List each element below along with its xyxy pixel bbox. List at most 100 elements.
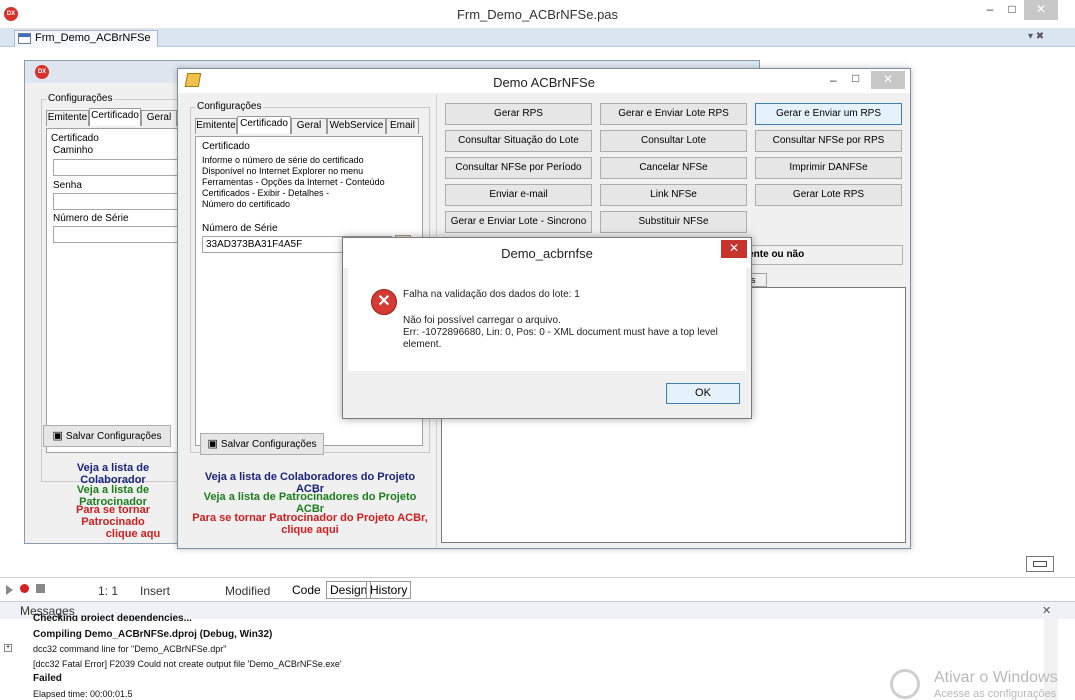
- consultar-nfse-rps-button[interactable]: Consultar NFSe por RPS: [755, 130, 902, 152]
- gerar-enviar-lote-rps-button[interactable]: Gerar e Enviar Lote RPS: [600, 103, 747, 125]
- message-line[interactable]: dcc32 command line for "Demo_ACBrNFSe.dp…: [33, 644, 226, 654]
- link-tornar-patrocinador[interactable]: Para se tornar Patrocinador do Projeto A…: [190, 512, 430, 536]
- tab-certificado[interactable]: Certificado: [237, 116, 291, 134]
- demo-maximize-button[interactable]: □: [852, 71, 859, 85]
- editor-tab-frm-demo[interactable]: Frm_Demo_ACBrNFSe: [14, 30, 158, 47]
- tab-bar-menu-icon[interactable]: ▾ ✖: [1028, 31, 1044, 42]
- dialog-body: ✕ Falha na validação dos dados do lote: …: [348, 268, 746, 371]
- demo-close-button[interactable]: ✕: [871, 71, 905, 89]
- back-tab-emitente[interactable]: Emitente: [46, 110, 89, 126]
- back-tab-panel: Certificado Caminho Senha Número de Séri…: [46, 128, 183, 453]
- back-link-tornar-line1: Para se tornar Patrocinado: [76, 504, 150, 528]
- dialog-caption: Demo_acbrnfse ✕: [343, 238, 751, 268]
- editor-tab-label: Frm_Demo_ACBrNFSe: [35, 32, 151, 44]
- tab-code[interactable]: Code: [288, 581, 325, 599]
- back-numero-input[interactable]: [53, 226, 183, 243]
- window-icon: [1033, 561, 1047, 567]
- cert-info-line: Informe o número de série do certificado: [202, 155, 364, 165]
- save-config-button[interactable]: ▣ Salvar Configurações: [200, 433, 324, 455]
- cert-info-text: Informe o número de série do certificado…: [202, 155, 385, 210]
- ambiente-checkbox-label[interactable]: nente ou não: [737, 245, 903, 265]
- error-dialog: Demo_acbrnfse ✕ ✕ Falha na validação dos…: [342, 237, 752, 419]
- activation-watermark-sub: Acesse as configurações: [934, 688, 1057, 700]
- dialog-title: Demo_acbrnfse: [501, 246, 593, 261]
- key-icon: [890, 669, 920, 699]
- demo-minimize-button[interactable]: –: [830, 73, 837, 87]
- gerar-lote-rps-button[interactable]: Gerar Lote RPS: [755, 184, 902, 206]
- cert-info-line: Certificados - Exibir - Detalhes -: [202, 188, 330, 198]
- message-line[interactable]: Compiling Demo_ACBrNFSe.dproj (Debug, Wi…: [33, 629, 272, 640]
- tab-email[interactable]: Email: [386, 118, 419, 134]
- back-tab-geral[interactable]: Geral: [141, 110, 177, 126]
- insert-mode: Insert: [140, 584, 171, 598]
- ide-title-bar: DX Frm_Demo_ACBrNFSe.pas – □ ✕: [0, 0, 1075, 29]
- save-config-label: Salvar Configurações: [220, 439, 317, 450]
- close-button[interactable]: ✕: [1024, 0, 1058, 20]
- message-line[interactable]: Elapsed time: 00:00:01.5: [33, 689, 133, 699]
- form-icon: [18, 33, 31, 44]
- enviar-lote-sincrono-button[interactable]: Gerar e Enviar Lote - Sincrono: [445, 211, 592, 233]
- minimize-button[interactable]: –: [980, 0, 1000, 20]
- link-tornar-line2: clique aqui: [281, 524, 339, 536]
- link-tornar-line1: Para se tornar Patrocinador do Projeto A…: [192, 512, 428, 524]
- tab-emitente[interactable]: Emitente: [195, 118, 237, 134]
- back-form-logo-icon: DX: [35, 65, 49, 79]
- save-icon: ▣: [52, 430, 66, 442]
- consultar-lote-button[interactable]: Consultar Lote: [600, 130, 747, 152]
- back-link-tornar[interactable]: Para se tornar Patrocinado clique aqu: [43, 504, 183, 540]
- demo-caption: Demo ACBrNFSe – □ ✕: [178, 69, 910, 93]
- back-save-button[interactable]: ▣ Salvar Configurações: [43, 425, 171, 447]
- gerar-rps-button[interactable]: Gerar RPS: [445, 103, 592, 125]
- back-label-numero: Número de Série: [53, 213, 129, 224]
- save-icon: ▣: [207, 438, 221, 450]
- error-icon: ✕: [371, 289, 397, 315]
- record-macro-icon[interactable]: [20, 584, 29, 593]
- modified-indicator: Modified: [225, 584, 271, 598]
- back-link-colaboradores[interactable]: Veja a lista de Colaborador: [43, 462, 183, 486]
- message-line[interactable]: [dcc32 Fatal Error] F2039 Could not crea…: [33, 659, 342, 669]
- ide-window-title: Frm_Demo_ACBrNFSe.pas: [456, 7, 619, 22]
- dialog-message-line4: element.: [403, 339, 442, 350]
- enviar-email-button[interactable]: Enviar e-mail: [445, 184, 592, 206]
- messages-panel: Checking project dependencies... Compili…: [0, 613, 1075, 700]
- back-link-tornar-line2: clique aqu: [105, 528, 161, 540]
- message-line[interactable]: Failed: [33, 673, 62, 684]
- dialog-message-line1: Falha na validação dos dados do lote: 1: [403, 289, 580, 300]
- back-config-title: Configurações: [46, 93, 115, 104]
- tab-geral[interactable]: Geral: [291, 118, 327, 134]
- maximize-button[interactable]: □: [1002, 0, 1022, 20]
- cancelar-nfse-button[interactable]: Cancelar NFSe: [600, 157, 747, 179]
- demo-config-title: Configurações: [195, 101, 264, 112]
- play-macro-icon[interactable]: [6, 585, 13, 595]
- editor-status-bar: 1: 1 Insert Modified Code Design History: [0, 577, 1075, 601]
- ok-button[interactable]: OK: [666, 383, 740, 404]
- expand-icon[interactable]: +: [4, 644, 12, 652]
- dialog-message-line2: Não foi possível carregar o arquivo.: [403, 315, 561, 326]
- serial-label: Número de Série: [202, 223, 278, 234]
- back-tab-certificado[interactable]: Certificado: [89, 108, 141, 126]
- back-caminho-input[interactable]: [53, 159, 183, 176]
- editor-tab-bar: Frm_Demo_ACBrNFSe ▾ ✖: [0, 29, 1075, 47]
- back-save-label: Salvar Configurações: [65, 431, 162, 442]
- designer-guide-toggle[interactable]: [1026, 556, 1054, 572]
- activation-watermark: Ativar o Windows: [934, 669, 1058, 686]
- dialog-close-button[interactable]: ✕: [721, 240, 747, 258]
- tab-design[interactable]: Design: [326, 581, 372, 599]
- stop-macro-icon[interactable]: [36, 584, 45, 593]
- consultar-nfse-periodo-button[interactable]: Consultar NFSe por Período: [445, 157, 592, 179]
- gerar-enviar-um-rps-button[interactable]: Gerar e Enviar um RPS: [755, 103, 902, 125]
- back-label-caminho: Caminho: [53, 145, 94, 156]
- cert-group-title: Certificado: [202, 141, 250, 152]
- tab-history[interactable]: History: [366, 581, 412, 599]
- cursor-position: 1: 1: [98, 584, 119, 598]
- imprimir-danfse-button[interactable]: Imprimir DANFSe: [755, 157, 902, 179]
- link-nfse-button[interactable]: Link NFSe: [600, 184, 747, 206]
- cert-info-line: Número do certificado: [202, 199, 291, 209]
- message-line[interactable]: Checking project dependencies...: [33, 613, 192, 621]
- back-senha-input[interactable]: [53, 193, 183, 210]
- tab-webservice[interactable]: WebService: [327, 118, 386, 134]
- substituir-nfse-button[interactable]: Substituir NFSe: [600, 211, 747, 233]
- consultar-situacao-lote-button[interactable]: Consultar Situação do Lote: [445, 130, 592, 152]
- messages-close-icon[interactable]: ✕: [1042, 604, 1051, 617]
- cert-info-line: Disponível no Internet Explorer no menu: [202, 166, 364, 176]
